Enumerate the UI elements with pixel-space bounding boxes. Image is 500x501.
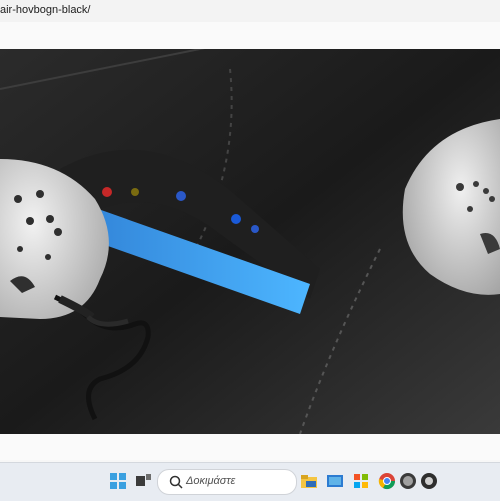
search-placeholder: Δοκιμάστε <box>186 475 236 487</box>
browser-window: air-hovbogn-black/ Δοκιμάστε <box>0 0 500 501</box>
task-view-icon[interactable] <box>133 471 153 491</box>
app-icon[interactable] <box>419 471 439 491</box>
store-icon[interactable] <box>351 471 371 491</box>
edge-icon[interactable] <box>398 471 418 491</box>
headphones-image <box>0 49 500 434</box>
taskbar-search[interactable]: Δοκιμάστε <box>157 469 297 495</box>
mail-icon[interactable] <box>325 471 345 491</box>
file-explorer-icon[interactable] <box>299 471 319 491</box>
product-photo <box>0 49 500 434</box>
search-icon <box>168 474 184 490</box>
taskbar: Δοκιμάστε <box>0 462 500 501</box>
page-content <box>0 22 500 460</box>
chrome-icon[interactable] <box>377 471 397 491</box>
address-bar[interactable]: air-hovbogn-black/ <box>0 0 500 23</box>
windows-start-icon[interactable] <box>108 471 128 491</box>
url-text[interactable]: air-hovbogn-black/ <box>0 4 91 16</box>
